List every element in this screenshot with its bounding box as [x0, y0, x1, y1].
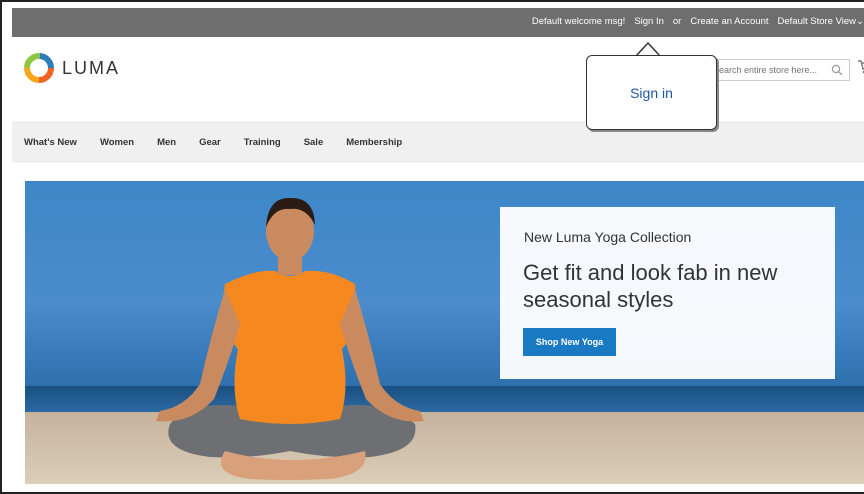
nav-item-membership[interactable]: Membership	[346, 137, 402, 148]
promo-headline: Get fit and look fab in new seasonal sty…	[523, 260, 778, 312]
cart-icon[interactable]	[858, 59, 864, 75]
nav-item-gear[interactable]: Gear	[199, 137, 221, 148]
nav-item-training[interactable]: Training	[244, 137, 281, 148]
hero-banner[interactable]: New Luma Yoga Collection Get fit and loo…	[25, 181, 864, 484]
nav-item-sale[interactable]: Sale	[304, 137, 324, 148]
logo-text: LUMA	[62, 57, 121, 78]
or-text: or	[672, 16, 682, 27]
page-header: LUMA	[12, 37, 864, 121]
store-logo[interactable]: LUMA	[24, 53, 120, 83]
store-view-label: Default Store View	[777, 16, 857, 27]
promo-card: New Luma Yoga Collection Get fit and loo…	[500, 207, 835, 379]
yoga-woman-image	[156, 197, 424, 480]
main-navigation: What's New Women Men Gear Training Sale …	[12, 121, 864, 163]
search-input[interactable]	[709, 60, 819, 80]
nav-item-men[interactable]: Men	[157, 137, 176, 148]
sign-in-callout: Sign in	[586, 55, 717, 130]
create-account-link[interactable]: Create an Account	[690, 16, 768, 27]
store-view-switcher[interactable]: Default Store View⌄	[778, 16, 864, 27]
top-links: Default welcome msg! Sign In or Create a…	[532, 16, 864, 27]
sign-in-link[interactable]: Sign In	[634, 16, 664, 27]
nav-item-women[interactable]: Women	[100, 137, 134, 148]
shop-new-yoga-button[interactable]: Shop New Yoga	[523, 328, 616, 356]
nav-item-whats-new[interactable]: What's New	[24, 137, 77, 148]
luma-logo-icon	[24, 53, 54, 83]
welcome-message: Default welcome msg!	[531, 16, 626, 27]
top-bar: Default welcome msg! Sign In or Create a…	[12, 8, 864, 37]
search-box[interactable]	[708, 59, 850, 81]
promo-subtitle: New Luma Yoga Collection	[524, 229, 692, 245]
callout-text: Sign in	[630, 84, 673, 101]
chevron-down-icon: ⌄	[856, 16, 864, 27]
search-icon[interactable]	[831, 64, 843, 76]
